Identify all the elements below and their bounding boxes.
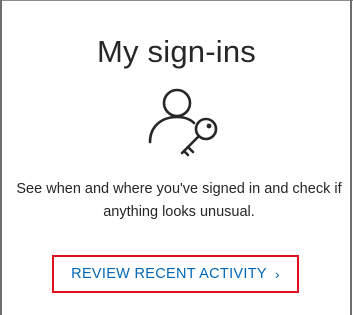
card-description: See when and where you've signed in and … [16, 181, 342, 220]
review-recent-activity-label: REVIEW RECENT ACTIVITY [71, 266, 267, 282]
chevron-right-icon: › [274, 266, 280, 282]
card-title: My sign-ins [97, 34, 256, 69]
sign-ins-card: My sign-ins See when and where you've si… [0, 0, 353, 315]
person-key-icon [144, 82, 224, 162]
review-recent-activity-link[interactable]: REVIEW RECENT ACTIVITY › [54, 257, 297, 291]
card-border-top [0, 0, 353, 1]
highlight-outline: REVIEW RECENT ACTIVITY › [52, 255, 299, 293]
